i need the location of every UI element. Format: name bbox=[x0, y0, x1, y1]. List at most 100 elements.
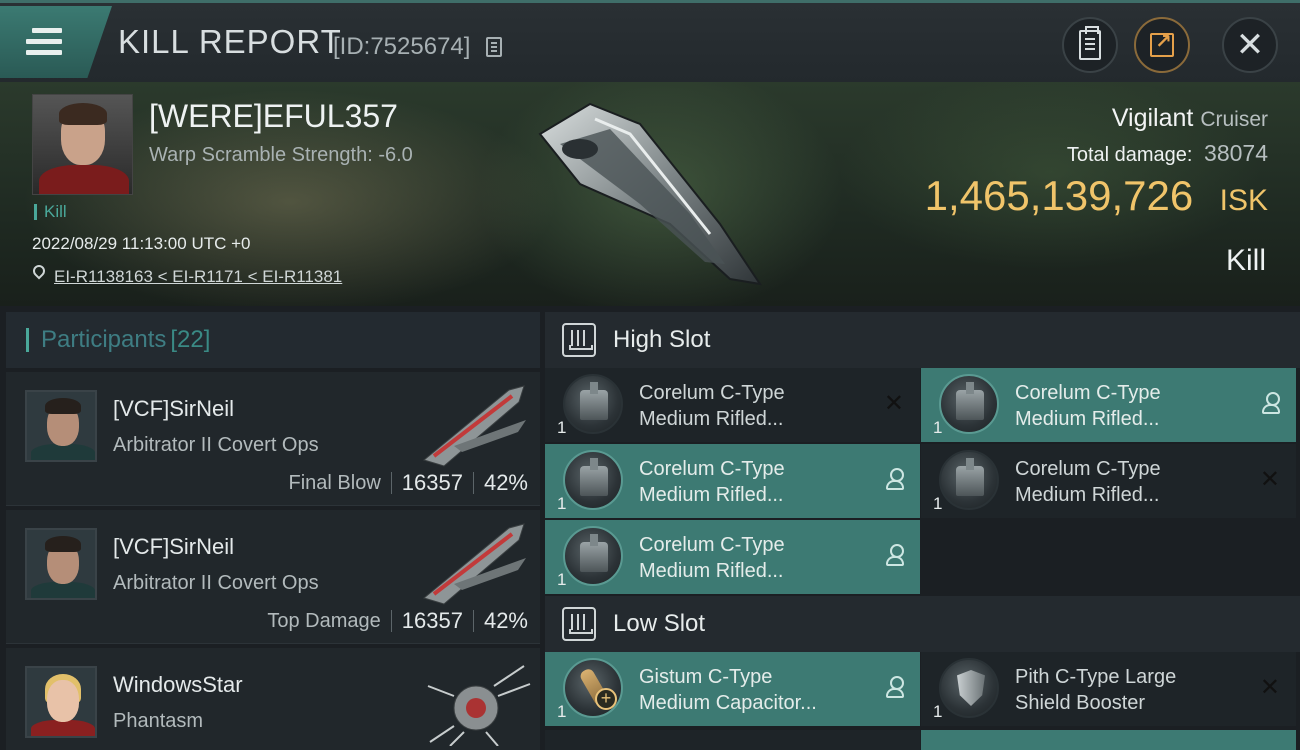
participant-card[interactable]: [VCF]SirNeil Arbitrator II Covert Ops Fi… bbox=[6, 372, 540, 506]
participant-damage: 16357 bbox=[401, 608, 463, 633]
module-name: Corelum C-Type Medium Rifled... bbox=[639, 380, 869, 432]
module-name: Corelum C-Type Medium Rifled... bbox=[639, 456, 869, 508]
module-name: Gistum C-Type Medium Capacitor... bbox=[639, 664, 869, 716]
participants-count: [22] bbox=[170, 326, 211, 353]
module-name-line2: Medium Rifled... bbox=[1015, 408, 1160, 430]
module-qty: 1 bbox=[557, 418, 567, 437]
module-name-line1: Corelum C-Type bbox=[1015, 458, 1161, 480]
kill-tag: Kill bbox=[34, 203, 67, 220]
victim-portrait[interactable] bbox=[32, 94, 133, 195]
close-icon: ✕ bbox=[1235, 26, 1265, 64]
module-name: Pith C-Type Large Shield Booster bbox=[1015, 664, 1245, 716]
location-pin-icon bbox=[30, 262, 48, 280]
participant-card[interactable]: [VCF]SirNeil Arbitrator II Covert Ops To… bbox=[6, 510, 540, 644]
module-card-partial[interactable] bbox=[921, 730, 1296, 750]
low-slot-icon bbox=[562, 607, 596, 641]
module-name-line1: Corelum C-Type bbox=[639, 534, 785, 556]
page-title: KILL REPORT bbox=[118, 23, 342, 60]
module-name-line1: Corelum C-Type bbox=[639, 382, 785, 404]
module-card[interactable]: 1 Corelum C-Type Medium Rifled... bbox=[921, 368, 1296, 442]
module-card[interactable]: 1 Corelum C-Type Medium Rifled... ✕ bbox=[545, 368, 920, 442]
participants-panel: Participants [22] [VCF]SirNeil Arbitrato… bbox=[6, 312, 540, 750]
capacitor-icon: + bbox=[563, 658, 623, 718]
share-button[interactable] bbox=[1134, 17, 1190, 73]
participant-ship-image bbox=[422, 385, 526, 467]
participant-avatar[interactable] bbox=[25, 390, 97, 462]
victim-ship-image bbox=[538, 102, 763, 286]
fitting-panel: High Slot 1 Corelum C-Type Medium Rifled… bbox=[545, 312, 1300, 750]
module-name: Corelum C-Type Medium Rifled... bbox=[1015, 380, 1245, 432]
participant-ship: Phantasm bbox=[113, 710, 204, 732]
participant-stats: Final Blow 16357 42% bbox=[289, 470, 529, 496]
menu-button[interactable] bbox=[0, 6, 112, 78]
module-card[interactable]: + 1 Gistum C-Type Medium Capacitor... bbox=[545, 652, 920, 726]
module-name: Corelum C-Type Medium Rifled... bbox=[639, 532, 869, 584]
module-qty: 1 bbox=[933, 494, 943, 513]
participant-role: Final Blow bbox=[288, 471, 381, 494]
participant-role: Top Damage bbox=[267, 609, 381, 632]
turret-icon bbox=[563, 450, 623, 510]
module-name-line2: Medium Rifled... bbox=[639, 408, 784, 430]
turret-icon bbox=[563, 374, 623, 434]
x-icon: ✕ bbox=[883, 390, 904, 417]
low-slot-title: Low Slot bbox=[613, 610, 706, 637]
ship-name[interactable]: Vigilant bbox=[1112, 104, 1194, 132]
module-name-line2: Medium Capacitor... bbox=[639, 692, 817, 714]
module-qty: 1 bbox=[557, 702, 567, 721]
module-name-line2: Medium Rifled... bbox=[639, 560, 784, 582]
kill-datetime: 2022/08/29 11:13:00 UTC +0 bbox=[32, 234, 251, 253]
menu-icon bbox=[26, 28, 62, 61]
participant-card[interactable]: WindowsStar Phantasm bbox=[6, 648, 540, 750]
participant-ship-image bbox=[422, 523, 526, 605]
module-card[interactable]: 1 Corelum C-Type Medium Rifled... bbox=[545, 444, 920, 518]
isk-value: 1,465,139,726 bbox=[924, 172, 1194, 219]
module-name-line1: Corelum C-Type bbox=[1015, 382, 1161, 404]
module-name-line2: Medium Rifled... bbox=[1015, 484, 1160, 506]
module-name-line1: Corelum C-Type bbox=[639, 458, 785, 480]
module-name-line2: Shield Booster bbox=[1015, 692, 1146, 714]
x-icon: ✕ bbox=[1259, 674, 1280, 701]
victim-summary: [WERE]EFUL357 Warp Scramble Strength: -6… bbox=[0, 82, 1300, 306]
victim-name[interactable]: [WERE]EFUL357 bbox=[149, 98, 398, 135]
location-link[interactable]: EI-R1138163 < EI-R1171 < EI-R11381 bbox=[54, 267, 342, 287]
share-icon bbox=[1150, 29, 1174, 57]
module-qty: 1 bbox=[933, 418, 943, 437]
participant-avatar[interactable] bbox=[25, 528, 97, 600]
copy-icon[interactable] bbox=[486, 37, 502, 57]
module-name-line2: Medium Rifled... bbox=[639, 484, 784, 506]
participant-name: WindowsStar bbox=[113, 672, 243, 697]
participant-damage: 16357 bbox=[401, 470, 463, 495]
turret-icon bbox=[939, 374, 999, 434]
turret-icon bbox=[939, 450, 999, 510]
close-button[interactable]: ✕ bbox=[1222, 17, 1278, 73]
clipboard-button[interactable] bbox=[1062, 17, 1118, 73]
low-slot-header: Low Slot bbox=[545, 596, 1300, 652]
participant-ship-image bbox=[427, 665, 531, 746]
participant-avatar[interactable] bbox=[25, 666, 97, 738]
kill-result: Kill bbox=[1225, 244, 1266, 277]
shield-booster-icon bbox=[939, 658, 999, 718]
module-card[interactable]: 1 Corelum C-Type Medium Rifled... ✕ bbox=[921, 444, 1296, 518]
participant-stats: Top Damage 16357 42% bbox=[267, 608, 528, 634]
person-icon bbox=[886, 676, 904, 698]
high-slot-title: High Slot bbox=[613, 326, 711, 353]
total-damage-label: Total damage: bbox=[1066, 144, 1193, 166]
participant-ship: Arbitrator II Covert Ops bbox=[113, 434, 319, 456]
isk-value-row: 1,465,139,726 ISK bbox=[925, 172, 1268, 220]
module-name: Corelum C-Type Medium Rifled... bbox=[1015, 456, 1245, 508]
participants-label: Participants bbox=[41, 326, 167, 353]
participant-percent: 42% bbox=[483, 608, 528, 633]
module-card[interactable]: 1 Corelum C-Type Medium Rifled... bbox=[545, 520, 920, 594]
person-icon bbox=[886, 468, 904, 490]
warp-scramble-text: Warp Scramble Strength: -6.0 bbox=[149, 144, 413, 166]
module-name-line1: Pith C-Type Large bbox=[1015, 666, 1177, 688]
module-name-line1: Gistum C-Type bbox=[639, 666, 773, 688]
module-card[interactable]: 1 Pith C-Type Large Shield Booster ✕ bbox=[921, 652, 1296, 726]
person-icon bbox=[886, 544, 904, 566]
module-qty: 1 bbox=[557, 570, 567, 589]
participants-header: Participants [22] bbox=[6, 312, 540, 368]
ship-class: Cruiser bbox=[1200, 108, 1268, 131]
module-card-partial[interactable] bbox=[545, 730, 920, 750]
module-qty: 1 bbox=[933, 702, 943, 721]
turret-icon bbox=[563, 526, 623, 586]
